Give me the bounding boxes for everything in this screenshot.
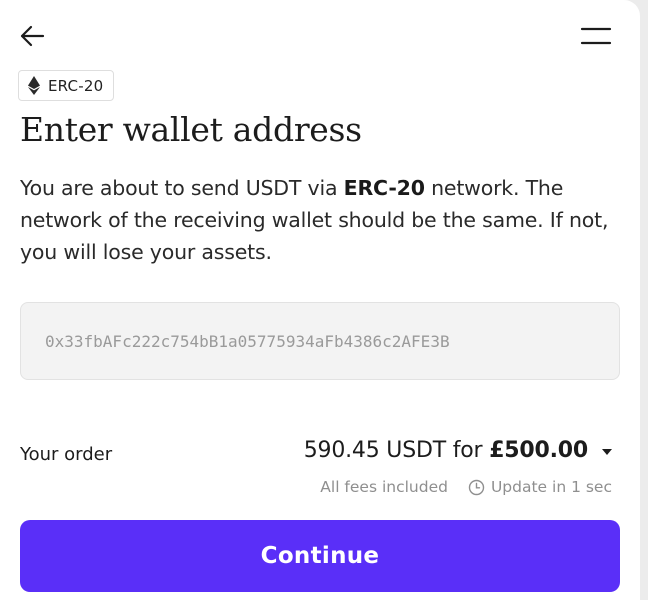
ethereum-icon: [28, 76, 40, 95]
network-warning-text: You are about to send USDT via ERC-20 ne…: [20, 172, 620, 268]
wallet-address-field[interactable]: [20, 302, 620, 380]
order-summary-dropdown[interactable]: 590.45 USDT for £500.00: [304, 438, 612, 463]
network-chip: ERC-20: [18, 70, 115, 101]
network-chip-label: ERC-20: [48, 76, 104, 95]
rate-update-text: Update in 1 sec: [490, 478, 612, 496]
fee-info: All fees included Update in 1 sec: [320, 478, 612, 496]
warning-network-name: ERC-20: [343, 176, 425, 200]
page-title: Enter wallet address: [20, 110, 362, 149]
menu-icon: [580, 27, 612, 45]
fees-included-text: All fees included: [320, 478, 448, 496]
wallet-address-input[interactable]: [45, 331, 619, 351]
continue-button[interactable]: Continue: [20, 520, 620, 592]
caret-down-icon: [602, 448, 612, 455]
back-button[interactable]: [16, 20, 48, 52]
warning-text-part1: You are about to send USDT via: [20, 176, 344, 200]
order-amount: 590.45 USDT for £500.00: [304, 438, 588, 463]
clock-icon: [468, 479, 485, 495]
order-label: Your order: [20, 444, 113, 465]
menu-button[interactable]: [576, 20, 616, 52]
order-fiat-amount: £500.00: [489, 438, 588, 463]
arrow-left-icon: [20, 25, 45, 47]
order-crypto-amount: 590.45 USDT for: [303, 438, 490, 463]
panel: ERC-20 Enter wallet address You are abou…: [0, 0, 640, 600]
